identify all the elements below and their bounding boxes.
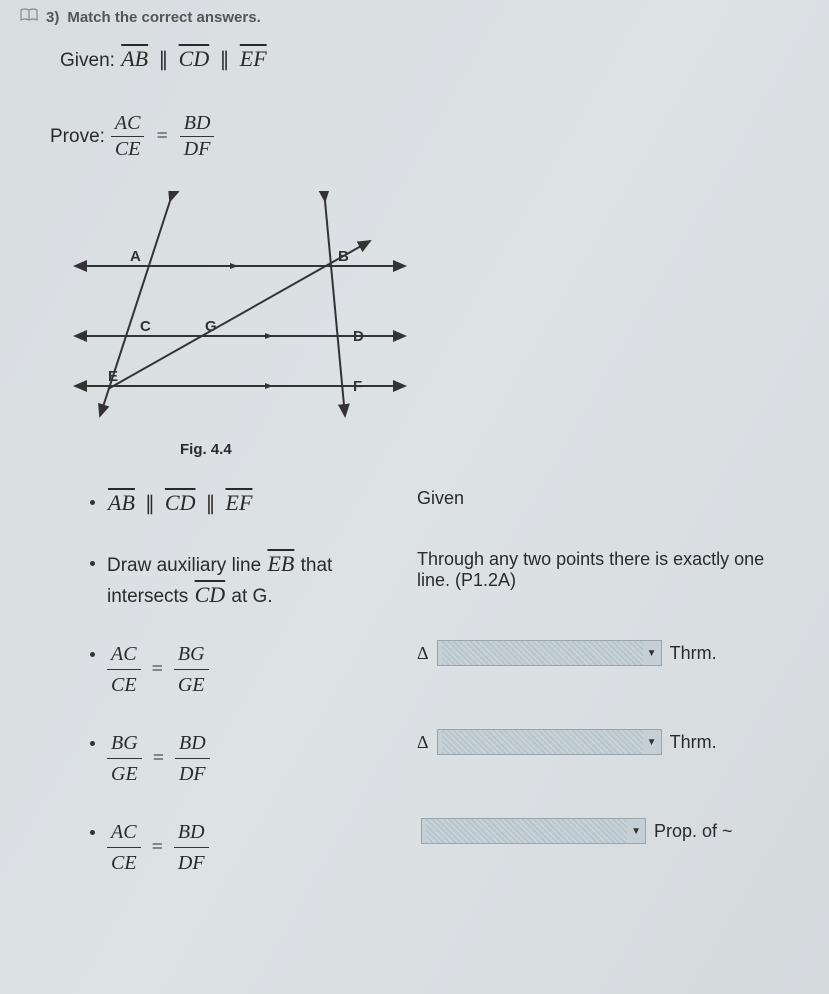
delta-symbol: Δ <box>417 732 429 753</box>
proof-statement: Draw auxiliary line EB that intersects C… <box>107 549 417 611</box>
property-dropdown[interactable]: ▼ <box>421 818 646 844</box>
proof-table: AB ∥ CD ∥ EF Given Draw auxiliary line E… <box>50 488 779 877</box>
proof-reason: Δ ▼ Thrm. <box>417 729 779 755</box>
theorem-dropdown[interactable]: ▼ <box>437 729 662 755</box>
given-label: Given: <box>60 50 115 71</box>
proof-row: ACCE = BDDF ▼ Prop. of ~ <box>50 818 779 877</box>
equals: = <box>150 125 173 148</box>
chevron-down-icon: ▼ <box>643 737 657 748</box>
bullet-icon <box>90 652 95 657</box>
bullet-icon <box>90 830 95 835</box>
chevron-down-icon: ▼ <box>643 648 657 659</box>
fraction: BD DF <box>180 112 215 161</box>
bullet-icon <box>90 741 95 746</box>
proof-row: ACCE = BGGE Δ ▼ Thrm. <box>50 640 779 699</box>
bullet-icon <box>90 500 95 505</box>
parallel-symbol: ∥ <box>154 49 172 71</box>
segment-ef: EF <box>239 46 268 71</box>
chevron-down-icon: ▼ <box>627 826 641 837</box>
proof-statement: AB ∥ CD ∥ EF <box>107 488 417 519</box>
proof-statement: ACCE = BDDF <box>107 818 417 877</box>
proof-row: AB ∥ CD ∥ EF Given <box>50 488 779 519</box>
bullet-icon <box>90 561 95 566</box>
svg-text:C: C <box>140 318 151 335</box>
question-number: 3) <box>46 9 59 26</box>
proof-reason: Δ ▼ Thrm. <box>417 640 779 666</box>
svg-text:F: F <box>353 378 362 395</box>
segment-ab: AB <box>120 46 149 71</box>
svg-text:B: B <box>338 248 349 265</box>
given-statement: Given: AB ∥ CD ∥ EF <box>60 46 779 72</box>
svg-text:G: G <box>205 318 217 335</box>
svg-text:D: D <box>353 328 364 345</box>
book-icon <box>20 8 38 26</box>
svg-text:E: E <box>108 368 118 385</box>
prove-statement: Prove: AC CE = BD DF <box>50 112 779 161</box>
proof-reason: ▼ Prop. of ~ <box>417 818 779 844</box>
geometry-diagram: A B C D E F G <box>60 191 779 431</box>
svg-text:A: A <box>130 248 141 265</box>
proof-row: BGGE = BDDF Δ ▼ Thrm. <box>50 729 779 788</box>
figure-caption: Fig. 4.4 <box>180 441 779 458</box>
question-title: Match the correct answers. <box>67 9 260 26</box>
proof-row: Draw auxiliary line EB that intersects C… <box>50 549 779 611</box>
segment-cd: CD <box>178 46 211 71</box>
question-header: 3) Match the correct answers. <box>20 8 779 26</box>
prove-label: Prove: <box>50 126 105 148</box>
delta-symbol: Δ <box>417 643 429 664</box>
proof-reason: Through any two points there is exactly … <box>417 549 779 591</box>
parallel-symbol: ∥ <box>216 49 234 71</box>
fraction: AC CE <box>111 112 145 161</box>
proof-reason: Given <box>417 488 779 509</box>
theorem-dropdown[interactable]: ▼ <box>437 640 662 666</box>
proof-statement: BGGE = BDDF <box>107 729 417 788</box>
proof-statement: ACCE = BGGE <box>107 640 417 699</box>
